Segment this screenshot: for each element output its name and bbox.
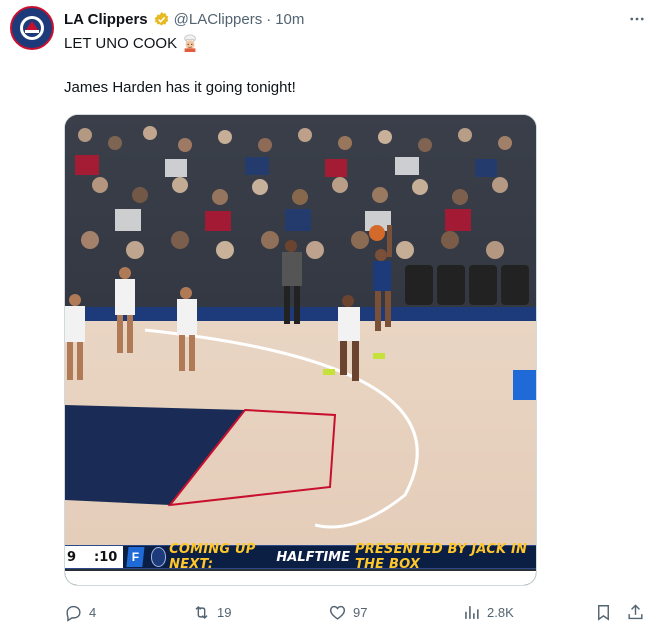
scorebug-clock: :10 [80,546,124,568]
scorebug-sponsor: PRESENTED BY JACK IN THE BOX [355,542,528,572]
like-count: 97 [353,604,368,620]
broadcast-scorebug: 9 :10 F COMING UP NEXT: HALFTIME PRESENT… [65,542,536,572]
tweet-text-headline: LET UNO COOK [64,34,178,52]
chef-emoji-icon [181,34,199,52]
account-name[interactable]: LA Clippers [64,11,148,28]
reply-button[interactable]: 4 [64,600,96,624]
header-separator: · [266,10,272,28]
reply-icon [66,605,81,622]
avatar[interactable] [10,6,54,50]
network-logo-icon: F [126,547,145,567]
retweet-count: 19 [217,604,232,620]
share-button[interactable] [626,600,651,624]
tweet-header: LA Clippers @LAClippers · 10m [64,9,650,29]
tweet-text-line-1: LET UNO COOK [64,34,199,52]
bookmark-button[interactable] [594,600,619,624]
team-logo-icon [150,547,167,567]
tweet-timestamp[interactable]: 10m [275,11,304,28]
scorebug-label: COMING UP NEXT: [169,542,256,572]
retweet-icon [195,605,208,619]
heart-icon [329,605,346,620]
views-button[interactable]: 2.8K [462,600,514,624]
reply-count: 4 [89,604,97,620]
retweet-button[interactable]: 19 [192,600,231,624]
bookmark-icon [598,604,609,621]
analytics-icon [465,605,479,619]
scorebug-highlight: HALFTIME [276,549,351,565]
like-button[interactable]: 97 [328,600,367,624]
share-icon [628,603,643,619]
video-frame [65,115,536,585]
video-player[interactable]: 9 :10 F COMING UP NEXT: HALFTIME PRESENT… [64,114,537,586]
view-count: 2.8K [487,604,514,620]
account-handle[interactable]: @LAClippers [174,11,263,28]
more-options-icon[interactable] [624,6,650,32]
tweet-actions: 4 19 97 2.8K [64,600,654,624]
verified-badge-icon [153,11,170,28]
clippers-logo-icon [15,11,49,45]
scorebug-score: 9 [65,546,81,568]
tweet-text-line-2: James Harden has it going tonight! [64,79,296,96]
